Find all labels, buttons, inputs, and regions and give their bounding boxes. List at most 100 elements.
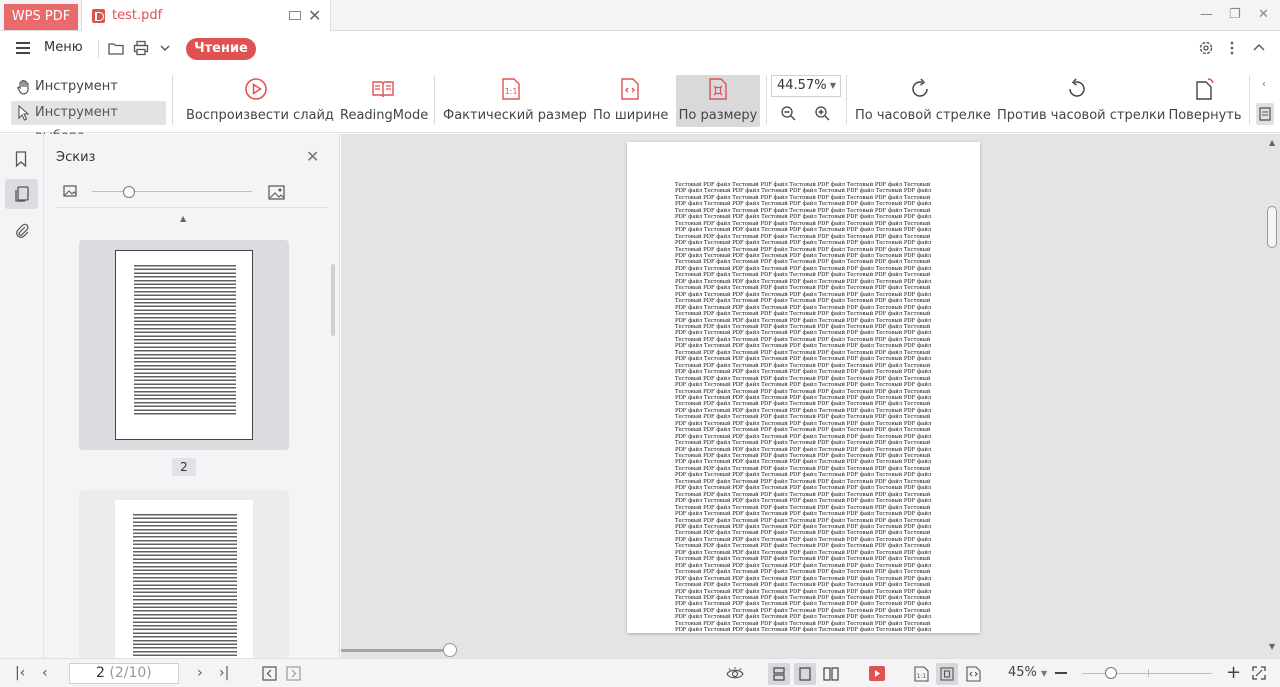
print-icon[interactable] (133, 40, 149, 56)
close-icon[interactable]: ✕ (306, 147, 319, 166)
thumbnail-page-3[interactable] (79, 490, 289, 658)
page-number-input[interactable]: 2 (2/10) (69, 663, 179, 684)
scroll-up-icon[interactable]: ▲ (1269, 138, 1275, 147)
zoom-in-icon[interactable]: + (1226, 662, 1241, 683)
more-icon[interactable] (1226, 40, 1238, 56)
svg-text:1:1: 1:1 (505, 87, 518, 96)
large-thumbnail-icon[interactable] (268, 185, 285, 200)
app-tab[interactable]: WPS PDF (4, 4, 78, 30)
chevron-down-icon: ▼ (1041, 669, 1048, 678)
zoom-slider-tick (1148, 669, 1149, 677)
divider (434, 75, 435, 125)
zoom-slider[interactable] (1082, 673, 1212, 674)
panel-title: Эскиз (56, 150, 96, 165)
settings-icon[interactable] (1198, 40, 1214, 56)
zoom-percent[interactable]: 45% ▼ (1008, 665, 1047, 680)
thumbnails-tab[interactable] (5, 179, 38, 209)
next-view-icon[interactable] (286, 666, 301, 681)
collapse-icon[interactable] (1251, 40, 1267, 56)
fit-page-button[interactable] (936, 663, 958, 685)
hamburger-icon[interactable] (16, 42, 30, 54)
fit-page-button[interactable]: По размеру (676, 75, 760, 127)
thumbnail-scrollbar[interactable] (331, 264, 335, 336)
close-icon[interactable]: ✕ (308, 6, 321, 25)
eye-protection-icon[interactable] (726, 666, 744, 681)
zoom-select[interactable]: 44.57% ▼ (771, 75, 841, 97)
attachments-tab[interactable] (5, 215, 38, 245)
actual-size-icon[interactable]: 1:1 (914, 666, 929, 682)
previous-view-icon[interactable] (262, 666, 277, 681)
rotate-page-icon (1196, 78, 1214, 100)
divider (846, 75, 847, 125)
thumbnail-size-slider[interactable] (92, 191, 252, 192)
fullscreen-icon[interactable] (1252, 666, 1266, 680)
fit-page-icon (709, 78, 727, 100)
play-icon (245, 78, 267, 100)
fit-width-icon (621, 78, 639, 100)
thumbnail-page-2[interactable] (79, 240, 289, 450)
first-page-icon[interactable]: |‹ (15, 665, 25, 681)
fit-width-button[interactable]: По ширине (593, 75, 668, 127)
last-page-icon[interactable]: ›| (219, 665, 229, 681)
continuous-scroll-button[interactable] (768, 663, 790, 685)
next-page-icon[interactable]: › (197, 665, 203, 681)
open-folder-icon[interactable] (108, 40, 124, 56)
thumbnail-panel: Эскиз ✕ ▲ 2 (44, 134, 340, 658)
ribbon-overflow-button[interactable] (1256, 103, 1274, 125)
horizontal-scrollbar-knob[interactable] (443, 643, 457, 657)
bookmark-icon (15, 151, 27, 167)
document-view[interactable]: Тестовый PDF файл Тестовый PDF файл Тест… (341, 134, 1280, 658)
thumbnails-icon (15, 186, 29, 202)
rotate-clockwise-button[interactable]: По часовой стрелке (855, 75, 991, 127)
rotate-page-label: Повернуть (1168, 108, 1242, 123)
scroll-up-icon[interactable]: ▲ (180, 214, 186, 223)
thumbnail-text-lines (134, 265, 236, 415)
bookmarks-tab[interactable] (5, 144, 38, 174)
side-rail (0, 134, 44, 658)
vertical-scrollbar[interactable] (1267, 206, 1277, 248)
horizontal-scrollbar[interactable] (341, 649, 451, 652)
menu-button[interactable]: Меню (44, 40, 83, 55)
restore-icon[interactable]: ❐ (1229, 7, 1241, 22)
reading-mode-pill[interactable]: Чтение (186, 38, 256, 60)
divider (56, 207, 328, 208)
hand-tool-button[interactable]: Инструмент «рука» (11, 75, 163, 118)
continuous-pages-icon (773, 667, 785, 681)
thumbnail-page-number: 2 (172, 458, 196, 476)
ribbon-scroll-left-icon[interactable]: ‹ (1262, 79, 1266, 90)
two-page-icon[interactable] (823, 667, 839, 681)
reading-mode-button[interactable]: ReadingMode (340, 75, 428, 127)
dropdown-icon[interactable] (159, 40, 171, 56)
rotate-counterclockwise-button[interactable]: Против часовой стрелки (997, 75, 1165, 127)
book-icon (372, 81, 394, 98)
close-window-icon[interactable]: ✕ (1258, 7, 1269, 22)
rotate-clockwise-label: По часовой стрелке (855, 108, 991, 123)
zoom-in-icon[interactable] (814, 105, 830, 121)
small-thumbnail-icon[interactable] (63, 185, 77, 197)
paperclip-icon (16, 223, 29, 238)
select-tool-button[interactable]: Инструмент выбора (11, 101, 166, 144)
rotate-counterclockwise-icon (1069, 78, 1085, 97)
thumbnail-size-slider-knob[interactable] (123, 186, 135, 198)
divider (1249, 75, 1250, 125)
current-page: 2 (96, 665, 105, 681)
divider (172, 75, 173, 125)
actual-size-icon: 1:1 (502, 78, 520, 100)
zoom-out-icon[interactable] (780, 105, 796, 121)
slideshow-icon[interactable] (868, 665, 886, 682)
rotate-page-button[interactable]: Повернуть (1167, 75, 1243, 127)
fit-width-icon[interactable] (966, 666, 981, 682)
single-page-button[interactable] (794, 663, 816, 685)
rotate-clockwise-icon (912, 78, 928, 97)
document-tab[interactable]: test.pdf ✕ (81, 0, 331, 31)
page-text: Тестовый PDF файл Тестовый PDF файл Тест… (675, 182, 932, 633)
zoom-slider-knob[interactable] (1105, 667, 1117, 679)
svg-text:1:1: 1:1 (917, 673, 927, 680)
previous-page-icon[interactable]: ‹ (42, 665, 48, 681)
scroll-down-icon[interactable]: ▼ (1269, 642, 1275, 651)
pin-icon[interactable] (289, 11, 301, 20)
minimize-icon[interactable]: — (1200, 7, 1213, 22)
actual-size-button[interactable]: 1:1 Фактический размер (443, 75, 587, 127)
play-slide-button[interactable]: Воспроизвести слайд (186, 75, 334, 127)
zoom-out-icon[interactable] (1055, 672, 1067, 674)
